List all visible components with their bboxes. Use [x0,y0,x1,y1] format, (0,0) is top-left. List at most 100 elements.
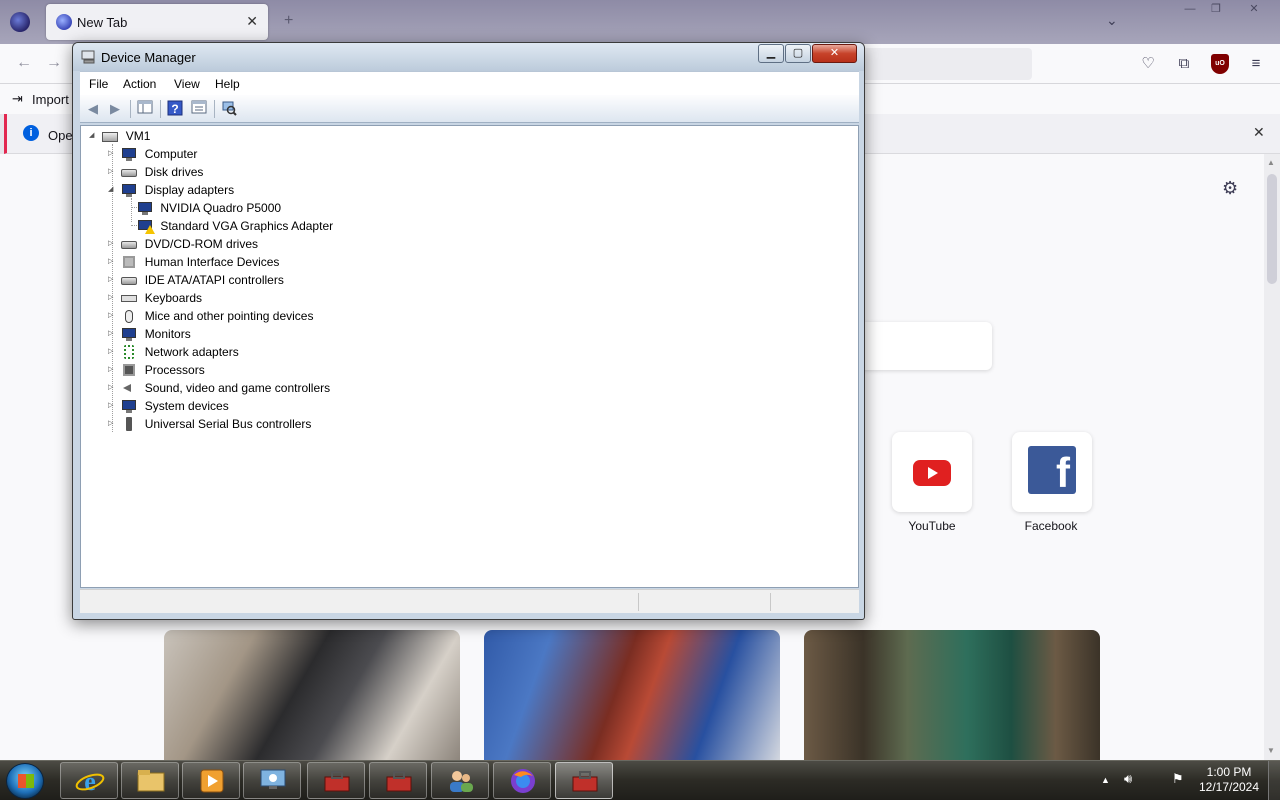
expand-arrow-icon[interactable]: ▷ [108,343,118,361]
disk-drive-icon [121,165,138,179]
tree-item-display-adapters[interactable]: ◢ Display adapters [108,181,234,199]
start-button[interactable] [6,763,44,799]
show-desktop-button[interactable] [1268,761,1280,800]
show-hidden-icons-arrow-icon[interactable]: ▲ [1101,775,1110,785]
tree-item-processors[interactable]: ▷ Processors [108,361,205,379]
help-icon[interactable]: ? [166,100,184,118]
taskbar-device-manager[interactable] [555,762,613,799]
forward-arrow-icon[interactable]: → [46,54,62,72]
search-box[interactable] [860,322,992,370]
computer-icon [121,147,137,161]
properties-icon[interactable] [190,100,208,118]
tree-item-mice[interactable]: ▷ Mice and other pointing devices [108,307,313,325]
scan-hardware-icon[interactable] [220,100,238,118]
tree-item-system-devices[interactable]: ▷ System devices [108,397,229,415]
taskbar-users[interactable] [431,762,489,799]
tree-item-computer[interactable]: ▷ Computer [108,145,197,163]
back-arrow-icon[interactable]: ← [16,54,32,72]
taskbar-firefox[interactable] [493,762,551,799]
expand-arrow-icon[interactable]: ▷ [108,253,118,271]
tree-item-disk-drives[interactable]: ▷ Disk drives [108,163,203,181]
scrollbar-thumb[interactable] [1267,174,1277,284]
expand-arrow-icon[interactable]: ▷ [108,415,118,433]
story-card-image[interactable] [164,630,460,760]
list-all-tabs-icon[interactable]: ⌄ [1106,12,1118,29]
menu-hamburger-icon[interactable]: ≡ [1246,54,1266,74]
scroll-down-icon[interactable]: ▼ [1267,746,1275,755]
ublock-origin-icon[interactable]: uO [1211,54,1229,74]
page-scrollbar[interactable]: ▲ ▼ [1264,154,1280,760]
action-center-flag-icon[interactable]: ⚑ [1172,771,1184,787]
tree-item-hid[interactable]: ▷ Human Interface Devices [108,253,279,271]
taskbar-toolbox[interactable] [369,762,427,799]
scroll-up-icon[interactable]: ▲ [1267,158,1275,167]
gear-icon[interactable]: ⚙ [1222,178,1238,199]
tree-label: Keyboards [144,291,203,305]
menu-file[interactable]: File [89,77,108,91]
collapse-arrow-icon[interactable]: ◢ [108,181,118,199]
window-title-bar[interactable]: Device Manager ▁ ▢ ✕ [73,43,864,71]
close-button[interactable]: ✕ [812,44,857,63]
taskbar-file-explorer[interactable] [121,762,179,799]
toolbox-icon [386,771,412,792]
browser-tab-new-tab[interactable]: New Tab ✕ [46,4,268,40]
processor-icon [121,363,137,377]
minimize-button[interactable]: ▁ [758,44,784,63]
notification-close-icon[interactable]: ✕ [1253,124,1265,141]
maximize-button[interactable]: ▢ [785,44,811,63]
menu-help[interactable]: Help [215,77,240,91]
tree-item-monitors[interactable]: ▷ Monitors [108,325,191,343]
forward-arrow-icon[interactable]: ▶ [106,100,124,118]
tree-root[interactable]: ◢ VM1 [89,127,150,145]
browser-maximize-button[interactable]: ❐ [1200,0,1232,18]
users-icon [450,771,473,792]
expand-arrow-icon[interactable]: ▷ [108,307,118,325]
expand-arrow-icon[interactable]: ▷ [108,361,118,379]
remote-desktop-icon [260,769,286,789]
tree-item-keyboards[interactable]: ▷ Keyboards [108,289,202,307]
menu-action[interactable]: Action [123,77,156,91]
collapse-arrow-icon[interactable]: ◢ [89,127,99,145]
file-explorer-icon [137,770,165,792]
tree-item-sound-controllers[interactable]: ▷ Sound, video and game controllers [108,379,330,397]
pocket-icon[interactable]: ♡ [1138,54,1158,74]
tree-item-nvidia-quadro-p5000[interactable]: NVIDIA Quadro P5000 [137,199,281,217]
shortcut-tile-facebook[interactable]: f [1012,432,1092,512]
expand-arrow-icon[interactable]: ▷ [108,235,118,253]
expand-arrow-icon[interactable]: ▷ [108,289,118,307]
taskbar-toolbox[interactable] [307,762,365,799]
extensions-icon[interactable]: ⧉ [1174,54,1194,74]
tree-item-ide-controllers[interactable]: ▷ IDE ATA/ATAPI controllers [108,271,284,289]
import-bookmarks-link[interactable]: Import [32,92,69,107]
menu-view[interactable]: View [174,77,200,91]
tree-item-standard-vga-adapter[interactable]: Standard VGA Graphics Adapter [137,217,333,235]
expand-arrow-icon[interactable]: ▷ [108,397,118,415]
system-clock[interactable]: 1:00 PM 12/17/2024 [1196,765,1262,795]
expand-arrow-icon[interactable]: ▷ [108,325,118,343]
back-arrow-icon[interactable]: ◀ [84,100,102,118]
expand-arrow-icon[interactable]: ▷ [108,379,118,397]
tab-title: New Tab [77,15,128,30]
url-bar[interactable] [860,48,1032,80]
tree-item-usb-controllers[interactable]: ▷ Universal Serial Bus controllers [108,415,311,433]
expand-arrow-icon[interactable]: ▷ [108,271,118,289]
import-icon[interactable]: ⇥ [12,91,23,107]
browser-close-button[interactable]: ✕ [1238,0,1270,18]
tree-item-dvd-cd-rom[interactable]: ▷ DVD/CD-ROM drives [108,235,258,253]
taskbar-remote-desktop[interactable] [243,762,301,799]
shortcut-tile-youtube[interactable] [892,432,972,512]
taskbar-media-player[interactable] [182,762,240,799]
taskbar-internet-explorer[interactable]: e [60,762,118,799]
device-manager-icon [81,50,95,64]
story-card-image[interactable] [484,630,780,760]
show-hide-console-tree-icon[interactable] [136,100,154,118]
tree-item-network-adapters[interactable]: ▷ Network adapters [108,343,239,361]
story-card-image[interactable] [804,630,1100,760]
firefox-view-icon[interactable] [10,12,30,32]
expand-arrow-icon[interactable]: ▷ [108,145,118,163]
tab-close-icon[interactable]: ✕ [246,13,258,30]
expand-arrow-icon[interactable]: ▷ [108,163,118,181]
volume-icon[interactable]: 🔊︎ [1124,771,1132,787]
mouse-icon [121,309,137,323]
new-tab-button[interactable]: + [284,12,293,30]
